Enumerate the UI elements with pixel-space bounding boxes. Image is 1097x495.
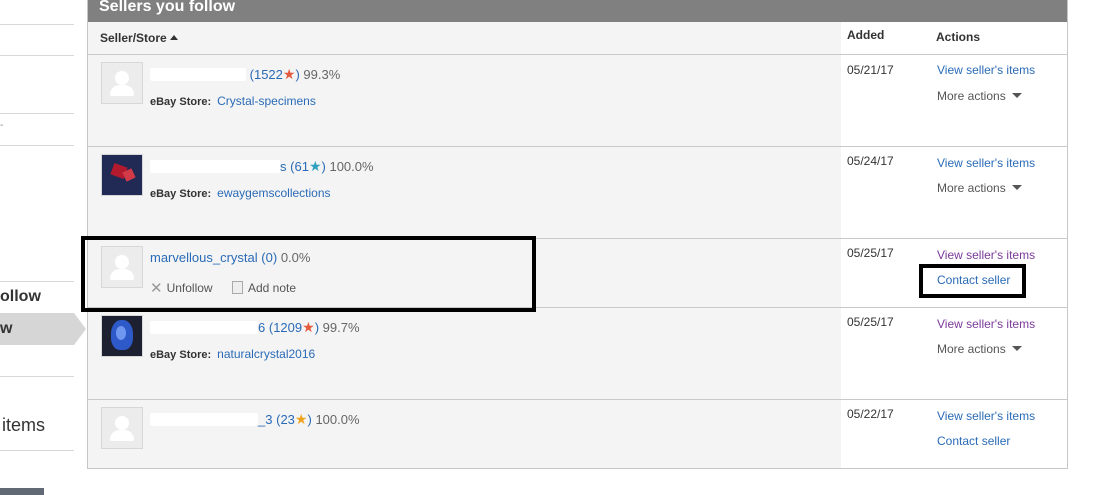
sort-ascending-icon: [169, 35, 178, 40]
seller-name-fragment[interactable]: s: [280, 159, 287, 174]
row-divider: [88, 146, 1067, 147]
sidebar-divider: [0, 55, 74, 56]
store-info: eBay Store: naturalcrystal2016: [150, 347, 315, 361]
sidebar-divider: [0, 145, 74, 146]
more-actions-dropdown[interactable]: More actions: [937, 342, 1022, 356]
view-sellers-items-link[interactable]: View seller's items: [937, 317, 1035, 331]
view-sellers-items-link[interactable]: View seller's items: [937, 409, 1035, 423]
sidebar-item-items[interactable]: items: [2, 415, 45, 436]
store-link[interactable]: ewaygemscollections: [217, 186, 330, 200]
seller-name-fragment[interactable]: _3: [258, 412, 272, 427]
store-label: eBay Store:: [150, 96, 212, 108]
seller-info: _3 (23★) 100.0%: [150, 411, 360, 428]
chevron-down-icon: [1011, 346, 1022, 351]
chevron-down-icon: [1011, 185, 1022, 190]
row-divider: [88, 54, 1067, 55]
contact-seller-link[interactable]: Contact seller: [937, 434, 1010, 448]
added-date: 05/25/17: [847, 246, 894, 260]
added-date: 05/22/17: [847, 407, 894, 421]
left-sidebar: - ollow w items: [0, 0, 86, 495]
redacted-seller-name: [150, 413, 258, 426]
feedback-score[interactable]: (23★): [276, 411, 312, 427]
redacted-seller-name: [150, 321, 258, 334]
highlight-box-contact: [919, 264, 1026, 298]
feedback-score[interactable]: (1209★): [269, 319, 319, 335]
more-actions-dropdown[interactable]: More actions: [937, 89, 1022, 103]
sidebar-divider: [0, 113, 74, 114]
seller-name-fragment[interactable]: 6: [258, 320, 265, 335]
store-label: eBay Store:: [150, 349, 212, 361]
sidebar-divider: [0, 450, 74, 451]
feedback-score[interactable]: (1522★): [250, 66, 300, 82]
feedback-percent: 100.0%: [329, 159, 374, 174]
store-info: eBay Store: ewaygemscollections: [150, 186, 331, 200]
panel-title: Sellers you follow: [99, 0, 236, 15]
added-date: 05/25/17: [847, 315, 894, 329]
sidebar-item-active-label: w: [0, 320, 13, 337]
added-date: 05/21/17: [847, 63, 894, 77]
sidebar-divider: [0, 24, 74, 25]
column-header-added: Added: [847, 28, 885, 42]
panel-header: Sellers you follow: [88, 0, 1067, 22]
feedback-percent: 99.3%: [303, 67, 341, 82]
star-icon: ★: [294, 411, 308, 427]
star-icon: ★: [282, 66, 296, 82]
seller-avatar[interactable]: [101, 154, 143, 196]
seller-info: 6 (1209★) 99.7%: [150, 319, 360, 336]
seller-avatar[interactable]: [101, 407, 143, 449]
seller-info: s (61★) 100.0%: [150, 158, 374, 175]
sidebar-item-active[interactable]: w: [0, 313, 86, 345]
view-sellers-items-link[interactable]: View seller's items: [937, 156, 1035, 170]
chevron-down-icon: [1011, 93, 1022, 98]
feedback-score[interactable]: (61★): [290, 158, 326, 174]
more-actions-dropdown[interactable]: More actions: [937, 181, 1022, 195]
seller-avatar[interactable]: [101, 315, 143, 357]
column-header-seller[interactable]: Seller/Store: [100, 31, 178, 45]
seller-avatar[interactable]: [101, 62, 143, 104]
seller-info: (1522★) 99.3%: [150, 66, 340, 83]
store-label: eBay Store:: [150, 188, 212, 200]
redacted-seller-name: [150, 160, 280, 173]
view-sellers-items-link[interactable]: View seller's items: [937, 248, 1035, 262]
sidebar-item-follow[interactable]: ollow: [0, 288, 41, 306]
feedback-percent: 100.0%: [315, 412, 360, 427]
store-info: eBay Store: Crystal-specimens: [150, 94, 316, 108]
store-link[interactable]: naturalcrystal2016: [217, 347, 315, 361]
view-sellers-items-link[interactable]: View seller's items: [937, 63, 1035, 77]
sidebar-mark: -: [0, 120, 4, 131]
sidebar-divider: [0, 281, 74, 282]
column-header-seller-label: Seller/Store: [100, 31, 167, 45]
redacted-seller-name: [150, 68, 246, 81]
highlight-box-seller: [81, 236, 536, 312]
star-icon: ★: [302, 319, 315, 335]
column-header-actions: Actions: [936, 30, 981, 44]
row-divider: [88, 399, 1067, 400]
sidebar-divider: [0, 376, 74, 377]
feedback-percent: 99.7%: [322, 320, 360, 335]
star-icon: ★: [308, 158, 322, 174]
sellers-panel: Sellers you follow Seller/Store Added Ac…: [87, 0, 1068, 469]
added-date: 05/24/17: [847, 154, 894, 168]
store-link[interactable]: Crystal-specimens: [217, 94, 316, 108]
sidebar-bottom-bar: [0, 488, 44, 495]
